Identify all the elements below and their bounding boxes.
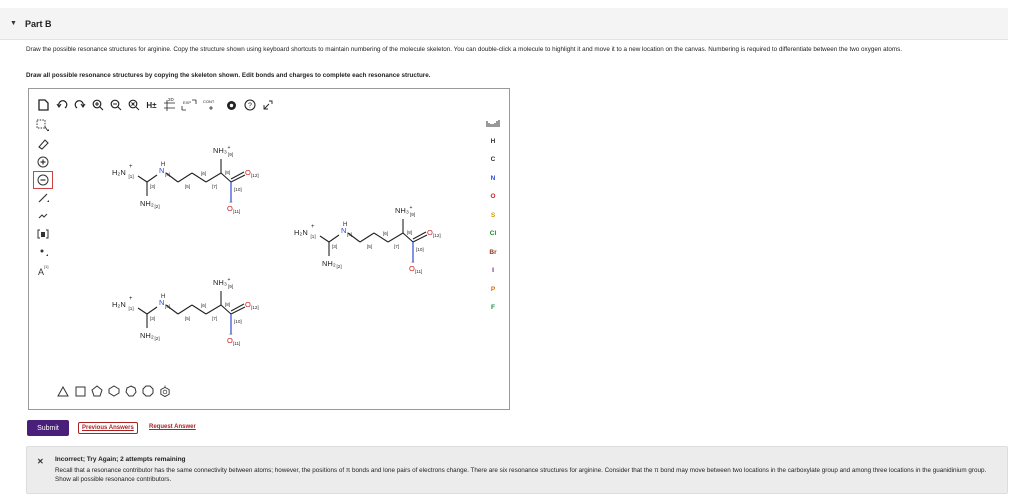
arginine-structure-2[interactable] — [293, 204, 442, 275]
triangle-icon[interactable] — [57, 385, 69, 397]
square-icon[interactable] — [74, 385, 86, 397]
incorrect-x-icon: ✕ — [37, 457, 44, 466]
chain-icon[interactable] — [33, 207, 53, 225]
molecule-sketcher[interactable]: H± 2D EXP CONT ? A [1] H₂N [1] + [3] NH₂… — [28, 88, 510, 410]
zoom-in-icon[interactable] — [91, 99, 104, 112]
svg-text:?: ? — [248, 103, 252, 110]
previous-answers-button[interactable]: Previous Answers — [78, 422, 138, 434]
element-i[interactable]: I — [481, 267, 505, 286]
new-icon[interactable] — [37, 99, 50, 112]
cont-label: CONT — [203, 98, 215, 104]
benzene-icon[interactable] — [159, 385, 171, 397]
feedback-text: Recall that a resonance contributor has … — [55, 467, 987, 483]
pentagon-icon[interactable] — [91, 385, 103, 397]
bracket-icon[interactable] — [33, 225, 53, 243]
request-answer-link[interactable]: Request Answer — [149, 424, 196, 430]
exp-label: EXP — [183, 99, 192, 105]
single-bond-icon[interactable] — [33, 189, 53, 207]
hexagon-icon[interactable] — [108, 385, 120, 397]
zoom-out-icon[interactable] — [109, 99, 122, 112]
hydrogen-icon[interactable]: H± — [145, 99, 158, 112]
element-cl[interactable]: Cl — [481, 230, 505, 249]
minus-charge-icon[interactable] — [33, 171, 53, 189]
undo-icon[interactable] — [55, 99, 68, 112]
element-p[interactable]: P — [481, 286, 505, 305]
fullscreen-icon[interactable] — [261, 99, 274, 112]
element-br[interactable]: Br — [481, 249, 505, 268]
drawing-canvas[interactable]: H₂N [1] + [3] NH₂ [2] N H [4] [5] [6] — [55, 117, 473, 371]
atom-map-icon[interactable]: A [1] — [33, 261, 53, 279]
exp-icon[interactable]: EXP — [181, 99, 197, 112]
left-toolbar: A [1] — [33, 117, 55, 279]
part-label: Part B — [24, 18, 52, 29]
element-f[interactable]: F — [481, 304, 505, 323]
element-o[interactable]: O — [481, 193, 505, 212]
element-n[interactable]: N — [481, 175, 505, 194]
redo-icon[interactable] — [73, 99, 86, 112]
submit-button[interactable]: Submit — [27, 420, 69, 436]
heptagon-icon[interactable] — [125, 385, 137, 397]
select-icon[interactable] — [33, 117, 53, 135]
periodic-table-icon[interactable] — [481, 119, 505, 138]
zoom-fit-icon[interactable] — [127, 99, 140, 112]
sketcher-toolbar: H± 2D EXP CONT ? — [37, 97, 274, 113]
eraser-icon[interactable] — [33, 135, 53, 153]
cont-icon[interactable]: CONT — [202, 99, 220, 112]
2d-label: 2D — [168, 96, 174, 102]
svg-text:[1]: [1] — [44, 264, 48, 269]
element-c[interactable]: C — [481, 156, 505, 175]
radical-icon[interactable] — [33, 243, 53, 261]
collapse-triangle-icon[interactable]: ▼ — [10, 20, 17, 27]
help-icon[interactable]: ? — [243, 99, 256, 112]
element-h[interactable]: H — [481, 138, 505, 157]
element-s[interactable]: S — [481, 212, 505, 231]
shape-palette — [57, 385, 171, 397]
plus-charge-icon[interactable] — [33, 153, 53, 171]
2d-icon[interactable]: 2D — [163, 96, 176, 112]
settings-icon[interactable] — [225, 99, 238, 112]
feedback-panel: ✕ Incorrect; Try Again; 2 attempts remai… — [26, 446, 1008, 494]
question-prompt: Draw the possible resonance structures f… — [26, 46, 902, 53]
feedback-title: Incorrect; Try Again; 2 attempts remaini… — [55, 456, 186, 463]
arginine-structure-3[interactable] — [111, 276, 260, 347]
octagon-icon[interactable] — [142, 385, 154, 397]
part-header[interactable]: ▼ Part B — [0, 8, 1008, 40]
question-instruction: Draw all possible resonance structures b… — [26, 72, 431, 79]
arginine-structure-1[interactable] — [111, 144, 260, 215]
element-palette: H C N O S Cl Br I P F — [481, 119, 505, 323]
